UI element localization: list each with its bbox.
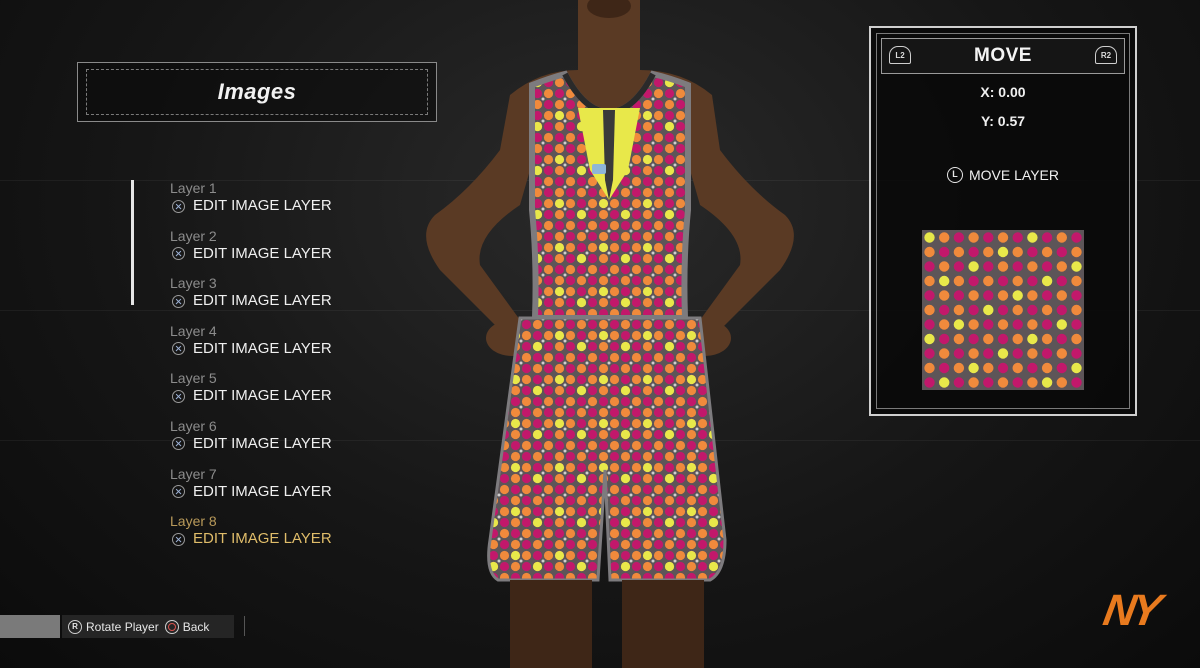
cross-button-icon <box>172 294 185 308</box>
l2-button-icon[interactable]: L2 <box>889 46 911 64</box>
left-stick-icon: L <box>947 167 963 183</box>
layer-list: Layer 1 EDIT IMAGE LAYER Layer 2 EDIT IMAGE… <box>170 179 410 560</box>
edit-image-layer-label: EDIT IMAGE LAYER <box>193 197 332 214</box>
edit-image-layer-label: EDIT IMAGE LAYER <box>193 292 332 310</box>
move-layer-hint[interactable]: L MOVE LAYER <box>871 167 1135 183</box>
r2-button-icon[interactable]: R2 <box>1095 46 1117 64</box>
edit-image-layer-button[interactable]: EDIT IMAGE LAYER <box>170 435 410 453</box>
layer-item[interactable]: Layer 3 EDIT IMAGE LAYER <box>170 274 410 322</box>
edit-image-layer-button[interactable]: EDIT IMAGE LAYER <box>170 292 410 310</box>
edit-image-layer-button[interactable]: EDIT IMAGE LAYER <box>170 245 410 263</box>
cross-button-icon <box>172 389 185 403</box>
edit-image-layer-button[interactable]: EDIT IMAGE LAYER <box>170 197 410 215</box>
edit-image-layer-button[interactable]: EDIT IMAGE LAYER <box>170 387 410 405</box>
layer-name: Layer 1 <box>170 180 217 196</box>
y-coordinate: Y: 0.57 <box>980 113 1026 129</box>
back-hint[interactable]: Back <box>183 620 210 634</box>
layer-name: Layer 2 <box>170 227 217 244</box>
edit-image-layer-button[interactable]: EDIT IMAGE LAYER <box>170 530 410 548</box>
ny-logo: NY <box>1099 586 1162 635</box>
move-panel: L2 MOVE R2 X: 0.00 Y: 0.57 L MOVE LAYER <box>869 26 1137 416</box>
cross-button-icon <box>172 437 185 451</box>
list-scrollbar[interactable] <box>131 180 134 305</box>
edit-image-layer-label: EDIT IMAGE LAYER <box>193 530 332 548</box>
button-hints: R Rotate Player Back <box>62 615 234 638</box>
images-header: Images <box>77 62 437 122</box>
layer-item[interactable]: Layer 4 EDIT IMAGE LAYER <box>170 322 410 370</box>
images-header-frame: Images <box>86 69 428 115</box>
layer-name: Layer 4 <box>170 322 217 339</box>
move-panel-header: L2 MOVE R2 <box>881 38 1125 74</box>
move-layer-label: MOVE LAYER <box>969 167 1059 183</box>
layer-item[interactable]: Layer 6 EDIT IMAGE LAYER <box>170 417 410 465</box>
layer-name: Layer 5 <box>170 370 217 387</box>
edit-image-layer-button[interactable]: EDIT IMAGE LAYER <box>170 340 410 358</box>
layer-name: Layer 6 <box>170 417 217 434</box>
edit-image-layer-label: EDIT IMAGE LAYER <box>193 244 332 262</box>
layer-item[interactable]: Layer 5 EDIT IMAGE LAYER <box>170 369 410 417</box>
layer-item[interactable]: Layer 8 EDIT IMAGE LAYER <box>170 512 410 560</box>
edit-image-layer-label: EDIT IMAGE LAYER <box>193 482 332 500</box>
layer-name: Layer 3 <box>170 275 217 292</box>
layer-item[interactable]: Layer 7 EDIT IMAGE LAYER <box>170 465 410 513</box>
x-coordinate: X: 0.00 <box>980 84 1026 100</box>
right-stick-icon: R <box>68 619 82 634</box>
cross-button-icon <box>172 342 185 356</box>
edit-image-layer-button[interactable]: EDIT IMAGE LAYER <box>170 483 410 501</box>
layer-name: Layer 7 <box>170 465 217 482</box>
edit-image-layer-label: EDIT IMAGE LAYER <box>193 387 332 405</box>
rotate-player-hint[interactable]: Rotate Player <box>86 620 159 634</box>
cross-button-icon <box>172 199 185 213</box>
player-model <box>426 0 794 668</box>
edit-image-layer-label: EDIT IMAGE LAYER <box>193 434 332 452</box>
layer-item[interactable]: Layer 2 EDIT IMAGE LAYER <box>170 227 410 275</box>
layer-item[interactable]: Layer 1 EDIT IMAGE LAYER <box>170 179 410 227</box>
circle-button-icon <box>164 619 179 634</box>
cross-button-icon <box>172 532 185 546</box>
cross-button-icon <box>172 247 185 261</box>
divider <box>244 616 245 636</box>
bottom-bar-block <box>0 615 60 638</box>
page-title: Images <box>217 79 297 104</box>
cross-button-icon <box>172 485 185 499</box>
move-title: MOVE <box>974 45 1032 66</box>
edit-image-layer-label: EDIT IMAGE LAYER <box>193 339 332 357</box>
layer-image-preview <box>922 230 1084 390</box>
layer-name: Layer 8 <box>170 513 217 530</box>
